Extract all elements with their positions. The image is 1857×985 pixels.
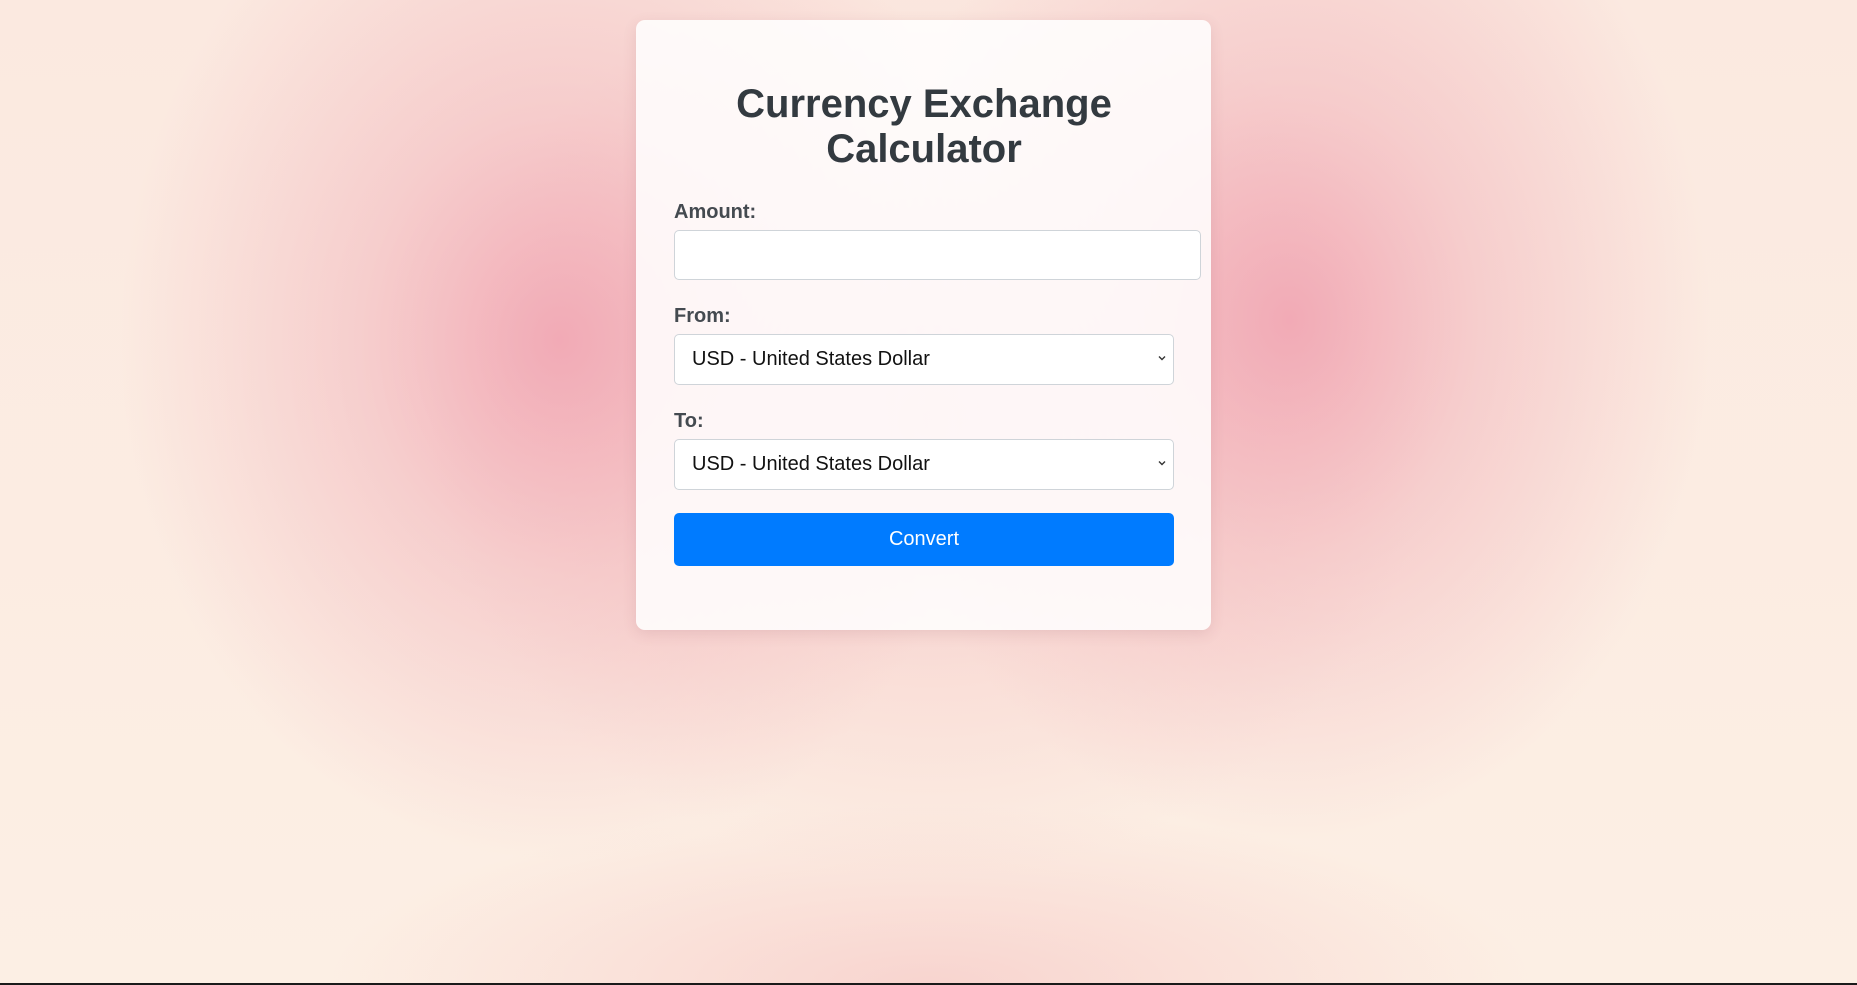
- amount-input[interactable]: [674, 230, 1201, 280]
- page-title: Currency Exchange Calculator: [736, 82, 1112, 171]
- from-currency-select[interactable]: USD - United States Dollar: [674, 334, 1174, 385]
- to-currency-value: USD - United States Dollar: [692, 453, 930, 475]
- amount-label: Amount:: [674, 201, 757, 223]
- to-label: To:: [674, 410, 704, 432]
- chevron-down-icon: [1158, 356, 1166, 361]
- from-currency-value: USD - United States Dollar: [692, 348, 930, 370]
- to-currency-select[interactable]: USD - United States Dollar: [674, 439, 1174, 490]
- from-label: From:: [674, 305, 731, 327]
- chevron-down-icon: [1158, 461, 1166, 466]
- convert-button[interactable]: Convert: [674, 513, 1174, 566]
- converter-card: Currency Exchange Calculator Amount: Fro…: [636, 20, 1211, 630]
